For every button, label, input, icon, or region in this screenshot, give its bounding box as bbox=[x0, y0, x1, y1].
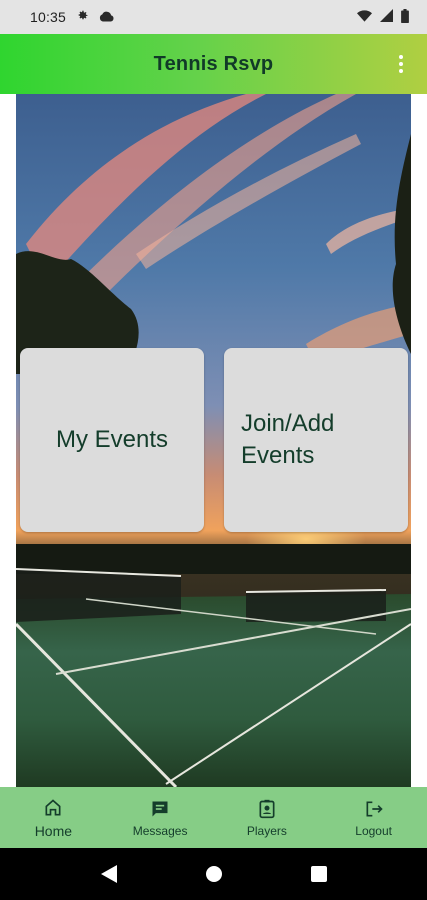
nav-label-players: Players bbox=[246, 823, 287, 838]
join-add-events-button[interactable]: Join/Add Events bbox=[224, 348, 408, 532]
nav-item-home[interactable]: Home bbox=[0, 787, 107, 848]
my-events-label: My Events bbox=[55, 426, 169, 453]
status-bar: 10:35 bbox=[0, 0, 427, 34]
nav-label-home: Home bbox=[34, 822, 73, 839]
nav-label-messages: Messages bbox=[132, 823, 188, 838]
logout-icon bbox=[363, 798, 385, 820]
my-events-button[interactable]: My Events bbox=[20, 348, 204, 532]
contact-badge-icon bbox=[256, 798, 278, 820]
nav-item-logout[interactable]: Logout bbox=[320, 787, 427, 848]
app-title: Tennis Rsvp bbox=[153, 52, 274, 75]
join-add-events-label: Join/Add Events bbox=[241, 410, 335, 469]
nav-item-messages[interactable]: Messages bbox=[107, 787, 214, 848]
recents-icon[interactable] bbox=[310, 866, 327, 882]
more-vert-icon[interactable] bbox=[389, 52, 413, 76]
message-icon bbox=[149, 798, 171, 820]
bottom-navigation: Home Messages Players Logout bbox=[0, 787, 427, 848]
signal-icon bbox=[380, 9, 393, 25]
nav-item-players[interactable]: Players bbox=[214, 787, 321, 848]
settings-icon bbox=[76, 9, 89, 25]
home-circle-icon[interactable] bbox=[205, 865, 223, 883]
status-time: 10:35 bbox=[30, 9, 67, 25]
cloud-icon bbox=[99, 9, 114, 25]
system-navigation-bar bbox=[0, 848, 427, 900]
back-icon[interactable] bbox=[100, 865, 117, 883]
home-icon bbox=[42, 797, 64, 819]
status-right bbox=[357, 8, 409, 26]
wifi-icon bbox=[357, 9, 372, 25]
app-bar: Tennis Rsvp bbox=[0, 34, 427, 94]
nav-label-logout: Logout bbox=[355, 823, 392, 838]
status-left: 10:35 bbox=[30, 9, 114, 25]
battery-icon bbox=[401, 8, 409, 26]
